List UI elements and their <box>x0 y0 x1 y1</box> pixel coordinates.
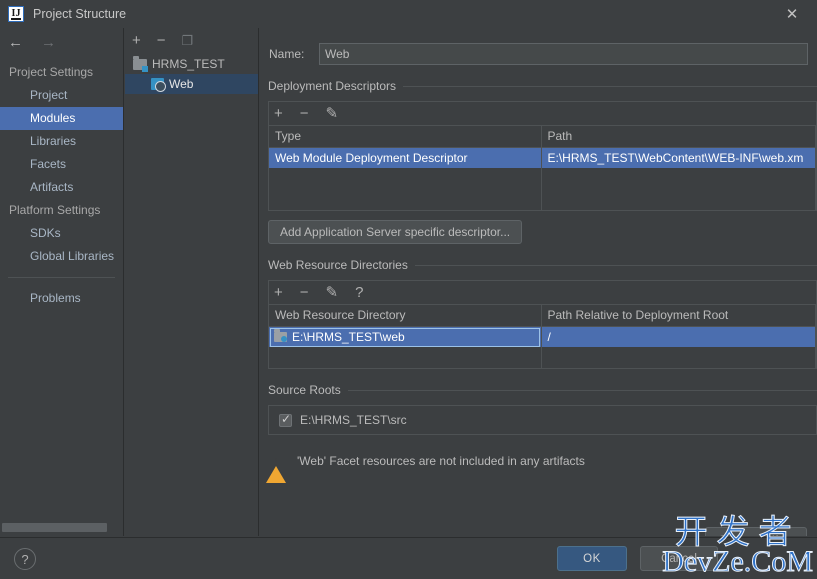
column-header-relative-path[interactable]: Path Relative to Deployment Root <box>541 305 816 327</box>
group-rule <box>347 389 817 391</box>
folder-icon <box>274 329 287 343</box>
sidebar-item-problems[interactable]: Problems <box>0 287 123 310</box>
table-header-row: Web Resource Directory Path Relative to … <box>269 305 816 327</box>
table-row-empty <box>269 168 816 189</box>
cell-empty <box>269 168 542 189</box>
tree-node-label: HRMS_TEST <box>152 57 225 71</box>
deployment-descriptors-group: Deployment Descriptors + − ✎ Type Path W… <box>268 79 817 244</box>
web-resource-directories-table: Web Resource Directory Path Relative to … <box>268 304 817 369</box>
tree-node-label: Web <box>169 77 194 91</box>
facet-warning-row: ! 'Web' Facet resources are not included… <box>260 452 817 483</box>
module-tree-panel: + − ❐ HRMS_TEST Web <box>125 28 259 536</box>
add-module-icon[interactable]: + <box>132 33 141 48</box>
remove-module-icon[interactable]: − <box>157 33 166 48</box>
web-resource-directory-value: E:\HRMS_TEST\web <box>292 330 405 345</box>
source-root-path: E:\HRMS_TEST\src <box>300 413 407 427</box>
source-roots-list: E:\HRMS_TEST\src <box>268 405 817 435</box>
help-icon[interactable]: ? <box>14 548 36 570</box>
sidebar-group-platform-settings: Platform Settings <box>9 203 101 217</box>
back-arrow-icon[interactable]: ← <box>8 35 23 50</box>
cancel-button[interactable]: Cancel <box>640 546 718 571</box>
table-row[interactable]: Web Module Deployment Descriptor E:\HRMS… <box>269 147 816 168</box>
add-descriptor-icon[interactable]: + <box>274 106 283 121</box>
close-icon[interactable]: ✕ <box>783 5 801 23</box>
sidebar-item-project[interactable]: Project <box>0 84 123 107</box>
settings-sidebar: ← → Project Settings Project Modules Lib… <box>0 28 124 536</box>
module-tree-rows: HRMS_TEST Web <box>125 54 258 94</box>
cell-empty <box>541 347 816 368</box>
deployment-descriptors-table: Type Path Web Module Deployment Descript… <box>268 125 817 211</box>
create-artifact-button[interactable]: Create Artifact <box>704 527 807 536</box>
sidebar-divider <box>8 277 115 278</box>
sidebar-item-facets[interactable]: Facets <box>0 153 123 176</box>
copy-module-icon[interactable]: ❐ <box>182 34 194 47</box>
forward-arrow-icon[interactable]: → <box>41 35 56 50</box>
tree-node-hrms-test[interactable]: HRMS_TEST <box>125 54 258 74</box>
cell-empty <box>541 168 816 189</box>
warning-bang: ! <box>274 456 278 468</box>
web-resource-directories-title-row: Web Resource Directories <box>268 258 817 272</box>
sidebar-group-project-settings: Project Settings <box>9 65 94 79</box>
intellij-logo-icon: IJ <box>8 6 24 22</box>
sidebar-list: Project Settings Project Modules Librari… <box>0 57 123 310</box>
cell-web-resource-directory[interactable]: E:\HRMS_TEST\web <box>269 326 542 347</box>
column-header-path[interactable]: Path <box>541 126 816 148</box>
navigation-arrows: ← → <box>0 28 123 57</box>
web-resource-directories-title: Web Resource Directories <box>268 258 408 272</box>
module-tree-toolbar: + − ❐ <box>125 28 258 52</box>
cell-empty <box>269 189 542 210</box>
column-header-web-resource-directory[interactable]: Web Resource Directory <box>269 305 542 327</box>
table-row-empty <box>269 347 816 368</box>
cell-relative-path: / <box>541 326 816 347</box>
ok-button[interactable]: OK <box>557 546 627 571</box>
table-row-empty <box>269 189 816 210</box>
source-roots-group: Source Roots E:\HRMS_TEST\src <box>268 383 817 435</box>
sidebar-item-libraries[interactable]: Libraries <box>0 130 123 153</box>
edit-web-resource-icon[interactable]: ✎ <box>326 285 339 300</box>
sidebar-item-sdks[interactable]: SDKs <box>0 222 123 245</box>
add-web-resource-icon[interactable]: + <box>274 285 283 300</box>
logo-text: IJ <box>11 8 21 19</box>
cell-empty <box>269 347 542 368</box>
source-roots-title-row: Source Roots <box>268 383 817 397</box>
cell-path: E:\HRMS_TEST\WebContent\WEB-INF\web.xm <box>541 147 816 168</box>
warning-triangle-icon: ! <box>266 452 286 483</box>
source-roots-title: Source Roots <box>268 383 341 397</box>
name-input[interactable] <box>319 43 808 65</box>
group-rule <box>403 85 817 87</box>
web-resource-directories-toolbar: + − ✎ ? <box>268 280 817 304</box>
project-structure-dialog: IJ Project Structure ✕ ← → Project Setti… <box>0 0 817 579</box>
remove-descriptor-icon[interactable]: − <box>300 106 309 121</box>
window-title: Project Structure <box>33 7 127 21</box>
column-header-type[interactable]: Type <box>269 126 542 148</box>
deployment-descriptors-title: Deployment Descriptors <box>268 79 397 93</box>
group-rule <box>414 264 817 266</box>
sidebar-horizontal-scrollbar[interactable] <box>2 523 107 532</box>
sidebar-item-global-libraries[interactable]: Global Libraries <box>0 245 123 268</box>
edit-descriptor-icon[interactable]: ✎ <box>326 106 339 121</box>
source-root-checkbox[interactable] <box>279 412 292 427</box>
facet-settings-panel: Name: Deployment Descriptors + − ✎ Type <box>260 28 817 536</box>
add-application-server-descriptor-button[interactable]: Add Application Server specific descript… <box>268 220 523 244</box>
table-header-row: Type Path <box>269 126 816 148</box>
facet-warning-text: 'Web' Facet resources are not included i… <box>297 454 585 468</box>
web-resource-directory-editor[interactable]: E:\HRMS_TEST\web <box>270 327 540 347</box>
table-row[interactable]: E:\HRMS_TEST\web / <box>269 326 816 347</box>
web-facet-icon <box>151 78 166 92</box>
name-row: Name: <box>269 43 808 65</box>
module-folder-icon <box>133 55 148 72</box>
help-web-resource-icon[interactable]: ? <box>355 285 363 300</box>
deployment-descriptors-title-row: Deployment Descriptors <box>268 79 817 93</box>
web-resource-directories-group: Web Resource Directories + − ✎ ? Web Res… <box>268 258 817 369</box>
name-label: Name: <box>269 47 305 61</box>
tree-node-web[interactable]: Web <box>125 74 258 94</box>
remove-web-resource-icon[interactable]: − <box>300 285 309 300</box>
sidebar-item-artifacts[interactable]: Artifacts <box>0 176 123 199</box>
deployment-descriptors-toolbar: + − ✎ <box>268 101 817 125</box>
title-bar: IJ Project Structure ✕ <box>0 0 817 28</box>
cell-empty <box>541 189 816 210</box>
sidebar-item-modules[interactable]: Modules <box>0 107 123 130</box>
cell-type: Web Module Deployment Descriptor <box>269 147 542 168</box>
add-descriptor-button-row: Add Application Server specific descript… <box>268 220 817 244</box>
